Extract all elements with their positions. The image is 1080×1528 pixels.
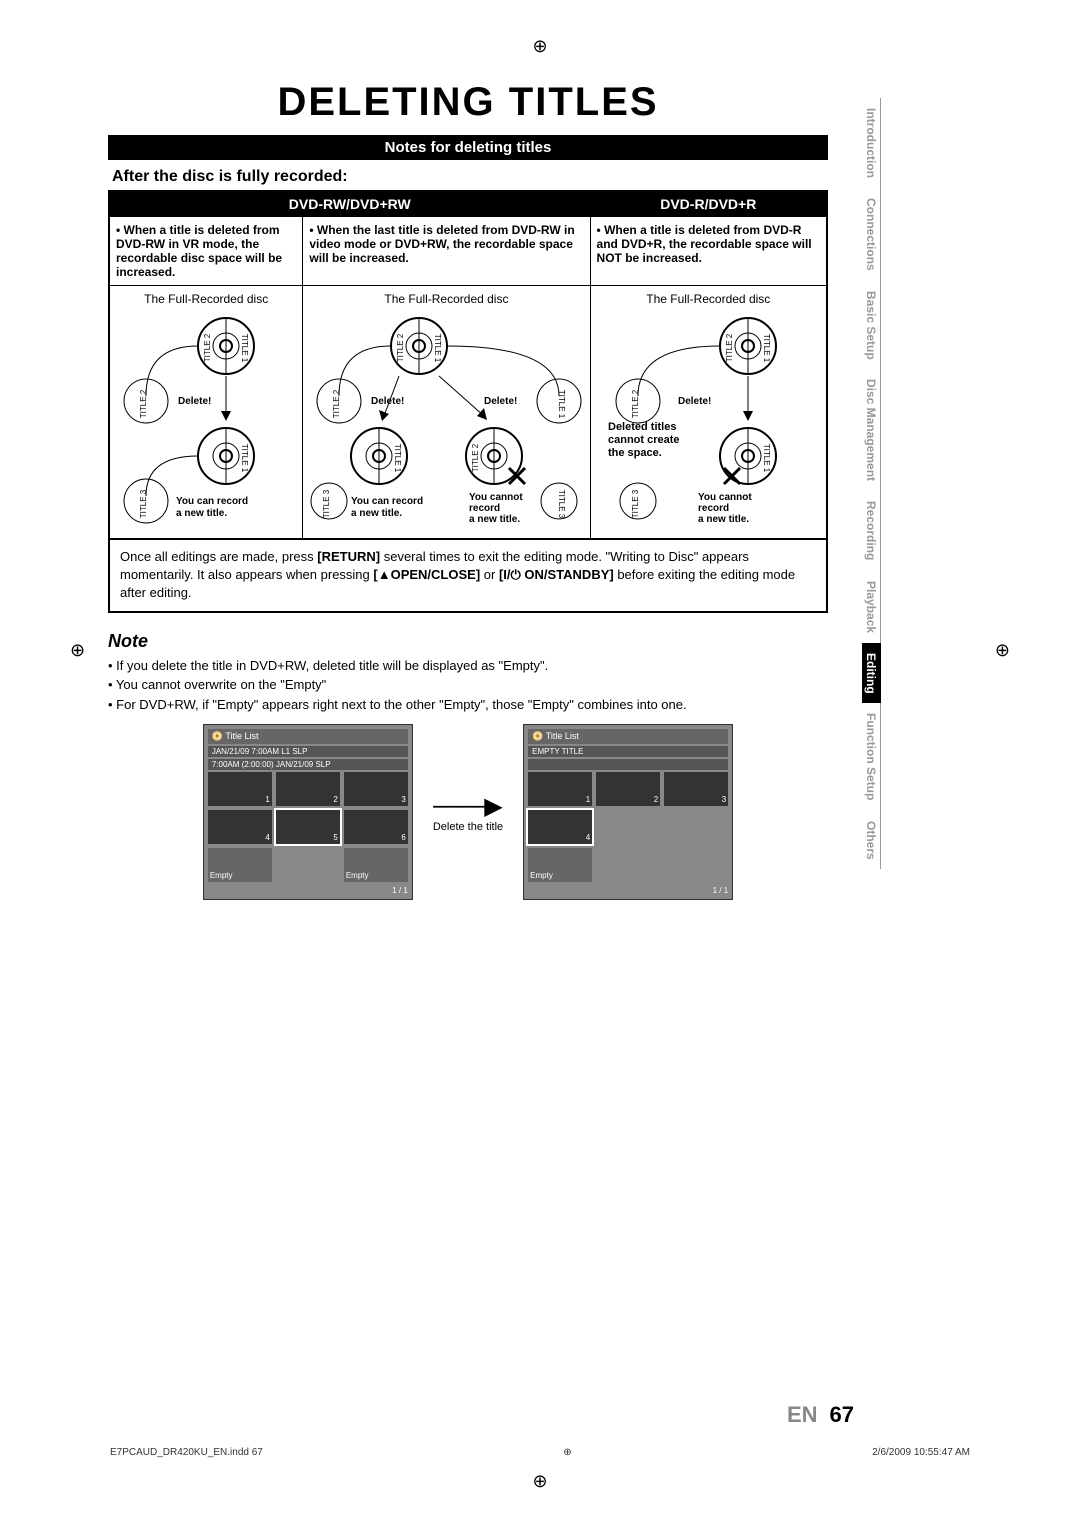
footer-date: 2/6/2009 10:55:47 AM: [872, 1447, 970, 1458]
svg-text:You cannot: You cannot: [698, 492, 752, 503]
title-list-after: 📀 Title List EMPTY TITLE 123 4 Empty 1 /…: [523, 724, 733, 900]
tab-playback: Playback: [862, 571, 881, 643]
tab-editing: Editing: [862, 643, 881, 704]
svg-text:TITLE 1: TITLE 1: [762, 334, 771, 363]
footer: E7PCAUD_DR420KU_EN.indd 67 ⊕ 2/6/2009 10…: [110, 1447, 970, 1458]
svg-text:TITLE 2: TITLE 2: [725, 333, 734, 362]
svg-text:a new title.: a new title.: [698, 514, 749, 525]
svg-text:TITLE 3: TITLE 3: [139, 489, 148, 518]
svg-text:Delete!: Delete!: [678, 396, 711, 407]
svg-text:TITLE 3: TITLE 3: [322, 489, 331, 518]
col2-note: • When the last title is deleted from DV…: [303, 217, 590, 286]
notes-bar: Notes for deleting titles: [108, 135, 828, 160]
svg-text:TITLE 1: TITLE 1: [557, 390, 566, 419]
svg-text:the space.: the space.: [608, 447, 662, 459]
svg-text:TITLE 2: TITLE 2: [332, 389, 341, 418]
svg-text:Delete!: Delete!: [484, 396, 517, 407]
svg-text:You can record: You can record: [351, 496, 423, 507]
svg-text:TITLE 1: TITLE 1: [762, 444, 771, 473]
tab-basic-setup: Basic Setup: [862, 281, 881, 370]
col2-diagram: The Full-Recorded disc TITLE 1 TITLE 2 T…: [303, 286, 590, 540]
delete-arrow: ───▶ Delete the title: [433, 792, 503, 833]
registration-mark: ⊕: [995, 640, 1010, 661]
svg-text:a new title.: a new title.: [176, 508, 227, 519]
col3-diagram: The Full-Recorded disc TITLE 1 TITLE 2 T…: [590, 286, 827, 540]
registration-mark: ⊕: [532, 1471, 547, 1492]
page-title: DELETING TITLES: [108, 80, 828, 125]
tab-connections: Connections: [862, 188, 881, 281]
svg-text:TITLE 2: TITLE 2: [203, 333, 212, 362]
header-r: DVD-R/DVD+R: [590, 191, 827, 217]
svg-text:TITLE 1: TITLE 1: [393, 444, 402, 473]
col1-diagram: The Full-Recorded disc TITLE 1 TITLE 2 T…: [109, 286, 303, 540]
svg-text:a new title.: a new title.: [351, 508, 402, 519]
svg-text:You cannot: You cannot: [469, 492, 523, 503]
registration-mark: ⊕: [532, 36, 547, 57]
svg-text:TITLE 1: TITLE 1: [433, 334, 442, 363]
comparison-table: DVD-RW/DVD+RW DVD-R/DVD+R • When a title…: [108, 190, 828, 540]
svg-text:record: record: [698, 503, 729, 514]
svg-text:TITLE 2: TITLE 2: [139, 389, 148, 418]
svg-text:TITLE 3: TITLE 3: [631, 489, 640, 518]
svg-text:Delete!: Delete!: [178, 396, 211, 407]
note-list: • If you delete the title in DVD+RW, del…: [108, 656, 828, 715]
tab-recording: Recording: [862, 491, 881, 570]
tab-disc-management: Disc Management: [862, 369, 881, 491]
footer-file: E7PCAUD_DR420KU_EN.indd 67: [110, 1447, 263, 1458]
col3-note: • When a title is deleted from DVD-R and…: [590, 217, 827, 286]
svg-text:TITLE 2: TITLE 2: [631, 389, 640, 418]
svg-text:TITLE 1: TITLE 1: [240, 444, 249, 473]
side-tabs: Introduction Connections Basic Setup Dis…: [862, 98, 884, 869]
svg-text:cannot create: cannot create: [608, 434, 680, 446]
col1-note: • When a title is deleted from DVD-RW in…: [109, 217, 303, 286]
header-rw: DVD-RW/DVD+RW: [109, 191, 590, 217]
note-heading: Note: [108, 631, 828, 652]
svg-text:TITLE 1: TITLE 1: [240, 334, 249, 363]
svg-text:record: record: [469, 503, 500, 514]
svg-text:TITLE 3: TITLE 3: [557, 490, 566, 519]
after-heading: After the disc is fully recorded:: [112, 168, 828, 186]
svg-text:You can record: You can record: [176, 496, 248, 507]
below-table-note: Once all editings are made, press [RETUR…: [108, 540, 828, 613]
svg-text:TITLE 2: TITLE 2: [396, 333, 405, 362]
title-list-before: 📀 Title List JAN/21/09 7:00AM L1 SLP 7:0…: [203, 724, 413, 900]
page-number: EN67: [787, 1402, 854, 1428]
tab-others: Others: [862, 811, 881, 870]
svg-text:a new title.: a new title.: [469, 514, 520, 525]
tab-introduction: Introduction: [862, 98, 881, 188]
tab-function-setup: Function Setup: [862, 703, 881, 810]
svg-text:TITLE 2: TITLE 2: [471, 443, 480, 472]
footer-reg: ⊕: [563, 1447, 571, 1458]
registration-mark: ⊕: [70, 640, 85, 661]
svg-text:Deleted titles: Deleted titles: [608, 421, 676, 433]
